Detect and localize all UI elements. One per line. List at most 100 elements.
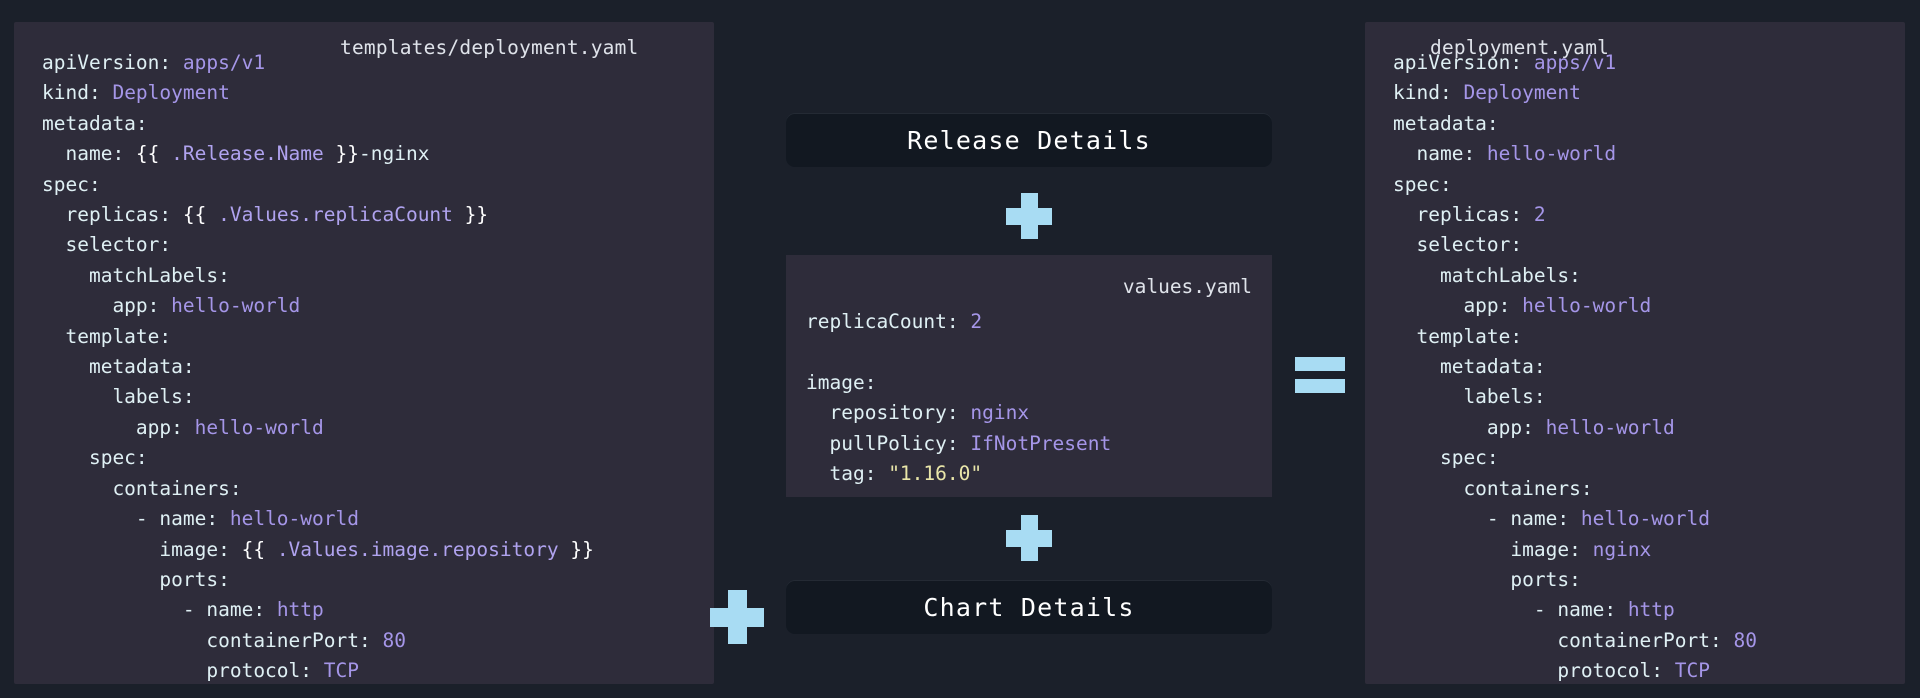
code-token: hello-world: [1486, 142, 1617, 166]
code-token: http: [1627, 598, 1675, 622]
code-token: replicas:: [1393, 203, 1534, 227]
values-yaml-file-label: values.yaml: [1122, 275, 1252, 298]
plus-icon-left: [710, 590, 764, 644]
code-token: matchLabels:: [42, 263, 230, 287]
code-line: - name: hello-world: [42, 504, 686, 534]
code-token: hello-world: [1580, 507, 1710, 531]
code-token: name:: [42, 142, 136, 166]
code-line: containerPort: 80: [1393, 626, 1877, 656]
code-line: spec:: [42, 443, 686, 473]
code-token: IfNotPresent: [970, 431, 1112, 455]
helm-template-diagram: apiVersion: apps/v1 kind: Deployment metad…: [0, 0, 1920, 698]
values-yaml-panel: values.yaml replicaCount: 2 image: repos…: [710, 255, 1272, 644]
code-line: app: hello-world: [1393, 413, 1877, 443]
code-token: TCP: [323, 659, 359, 683]
plus-icon-top: [1006, 193, 1052, 239]
code-line: app: hello-world: [1393, 291, 1877, 321]
code-token: metadata:: [42, 111, 148, 135]
code-token: - name:: [42, 598, 277, 622]
code-token: tag:: [806, 462, 889, 486]
code-token: image:: [1393, 537, 1593, 561]
code-token: Deployment: [1463, 81, 1581, 105]
rendered-manifest-panel: apiVersion: apps/v1 kind: Deployment metad…: [1365, 22, 1905, 684]
code-line: replicas: 2: [1393, 200, 1877, 230]
chart-details-box[interactable]: Chart Details: [786, 580, 1272, 634]
code-token: labels:: [1393, 385, 1546, 409]
code-line: name: hello-world: [1393, 139, 1877, 169]
code-token: template:: [1393, 324, 1523, 348]
chart-template-panel: apiVersion: apps/v1 kind: Deployment metad…: [14, 22, 714, 684]
code-line: protocol: TCP: [42, 656, 686, 686]
code-token: Deployment: [112, 81, 230, 105]
code-token: labels:: [42, 385, 195, 409]
code-token: image:: [806, 370, 877, 394]
code-token: apps/v1: [182, 51, 266, 74]
code-token: }}: [464, 203, 489, 227]
code-token: app:: [1393, 415, 1546, 439]
code-token: replicaCount:: [806, 310, 971, 333]
code-line: app: hello-world: [42, 291, 686, 321]
code-line: metadata:: [42, 352, 686, 382]
code-line: metadata:: [42, 109, 686, 139]
code-token: hello-world: [1545, 415, 1675, 439]
code-token: TCP: [1674, 659, 1710, 683]
code-token: {{: [135, 142, 160, 166]
code-token: spec:: [42, 446, 148, 470]
code-line: template:: [1393, 322, 1877, 352]
code-token: metadata:: [1393, 355, 1546, 379]
code-line: spec:: [1393, 170, 1877, 200]
code-token: protocol:: [42, 659, 324, 683]
code-line: replicas: {{ .Values.replicaCount }}: [42, 200, 686, 230]
code-token: {{: [241, 537, 266, 561]
code-token: pullPolicy:: [806, 431, 971, 455]
values-yaml-code: replicaCount: 2 image: repository: nginx…: [806, 307, 1111, 489]
code-token: .Release.Name: [159, 142, 336, 166]
code-token: hello-world: [194, 415, 324, 439]
code-token: containerPort:: [42, 628, 383, 652]
code-line: kind: Deployment: [42, 78, 686, 108]
code-line: containers:: [1393, 474, 1877, 504]
rendered-manifest-code: apiVersion: apps/v1 kind: Deployment metad…: [1393, 48, 1877, 687]
code-token: .Values.replicaCount: [206, 203, 465, 227]
rendered-manifest-file-label: deployment.yaml: [1430, 36, 1610, 59]
code-token: nginx: [970, 401, 1030, 425]
code-token: hello-world: [171, 294, 301, 318]
code-token: }}: [335, 142, 359, 166]
release-details-box[interactable]: Release Details: [786, 113, 1272, 167]
code-line: template:: [42, 322, 686, 352]
chart-template-file-label: templates/deployment.yaml: [340, 36, 639, 59]
code-line: spec:: [1393, 443, 1877, 473]
code-token: protocol:: [1393, 659, 1675, 683]
code-token: kind:: [1393, 81, 1464, 105]
code-line: pullPolicy: IfNotPresent: [806, 429, 1111, 459]
code-token: - name:: [42, 507, 230, 531]
code-token: containerPort:: [1393, 628, 1734, 652]
code-token: containers:: [42, 476, 242, 500]
code-token: spec:: [1393, 446, 1499, 470]
code-line: protocol: TCP: [1393, 656, 1877, 686]
code-token: metadata:: [1393, 111, 1499, 135]
code-token: http: [276, 598, 324, 622]
code-line: labels:: [1393, 382, 1877, 412]
code-line: selector:: [1393, 230, 1877, 260]
code-line: - name: http: [1393, 595, 1877, 625]
code-line: ports:: [1393, 565, 1877, 595]
code-token: ports:: [1393, 567, 1581, 591]
code-token: name:: [1393, 142, 1487, 166]
code-line: spec:: [42, 170, 686, 200]
code-token: selector:: [42, 233, 172, 257]
code-line: containers:: [42, 474, 686, 504]
code-line: name: {{ .Release.Name }}-nginx: [42, 139, 686, 169]
code-line: labels:: [42, 382, 686, 412]
code-token: app:: [42, 294, 172, 318]
code-token: ports:: [42, 567, 230, 591]
code-token: "1.16.0": [888, 462, 983, 486]
code-line: matchLabels:: [1393, 261, 1877, 291]
code-line: containerPort: 80: [42, 626, 686, 656]
code-line: metadata:: [1393, 352, 1877, 382]
code-token: image:: [42, 537, 242, 561]
code-token: app:: [1393, 294, 1523, 318]
code-token: 2: [970, 310, 983, 333]
code-token: 2: [1533, 203, 1546, 227]
